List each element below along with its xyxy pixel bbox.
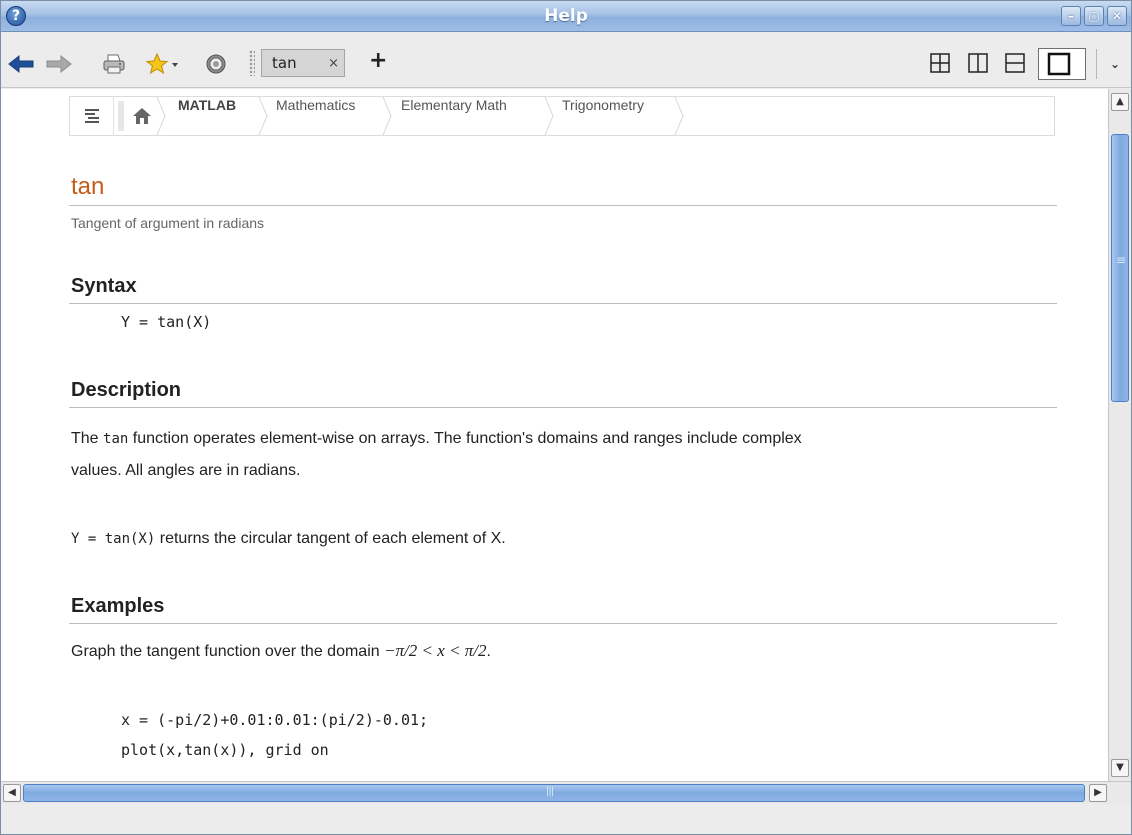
section-rule: [69, 303, 1057, 304]
page-purpose: Tangent of argument in radians: [71, 215, 265, 231]
layout-rows-icon[interactable]: [1004, 52, 1026, 74]
settings-gear-icon[interactable]: [203, 52, 229, 76]
close-button[interactable]: ✕: [1107, 6, 1127, 26]
toolbar-grip[interactable]: [249, 50, 255, 76]
scroll-up-button[interactable]: ▲: [1111, 93, 1129, 111]
forward-arrow-icon[interactable]: [45, 52, 73, 76]
section-rule: [69, 407, 1057, 408]
window-controls: – ▢ ✕: [1061, 6, 1127, 26]
window-title: Help: [544, 6, 588, 26]
breadcrumb-chevron-icon: [544, 97, 554, 135]
breadcrumb-chevron-icon: [258, 97, 268, 135]
table-of-contents-icon[interactable]: [70, 97, 114, 135]
toolbar: tan × + ⌄: [1, 32, 1131, 88]
title-bar[interactable]: ? Help – ▢ ✕: [1, 1, 1131, 32]
breadcrumb-item-trigonometry[interactable]: Trigonometry: [562, 97, 644, 135]
print-icon[interactable]: [101, 52, 127, 76]
help-content: MATLAB Mathematics Elementary Math Trigo…: [1, 89, 1108, 781]
description-text: values. All angles are in radians.: [71, 462, 301, 479]
description-text: function operates element-wise on arrays…: [128, 430, 802, 447]
status-bar: [1, 804, 1131, 834]
inline-code: Y = tan(X): [71, 531, 156, 547]
layout-columns-icon[interactable]: [967, 52, 989, 74]
home-icon[interactable]: [132, 107, 152, 129]
vertical-scrollbar[interactable]: ▲ ▼: [1108, 89, 1131, 781]
example-math: −π/2 < x < π/2: [384, 641, 487, 660]
title-rule: [69, 205, 1057, 206]
horizontal-scroll-thumb[interactable]: [23, 784, 1085, 802]
syntax-code: Y = tan(X): [121, 313, 212, 331]
layout-single-icon[interactable]: [1038, 48, 1086, 80]
toolbar-separator: [1096, 49, 1097, 79]
tab-tan[interactable]: tan ×: [261, 49, 345, 77]
breadcrumb-divider: [118, 101, 124, 131]
section-rule: [69, 623, 1057, 624]
breadcrumb: MATLAB Mathematics Elementary Math Trigo…: [69, 96, 1055, 136]
tab-close-button[interactable]: ×: [328, 56, 339, 71]
breadcrumb-item-matlab[interactable]: MATLAB: [178, 97, 236, 135]
scroll-left-button[interactable]: ◀: [3, 784, 21, 802]
example-text: Graph the tangent function over the doma…: [71, 643, 385, 660]
breadcrumb-item-mathematics[interactable]: Mathematics: [276, 97, 355, 135]
examples-heading: Examples: [71, 595, 165, 617]
add-tab-button[interactable]: +: [369, 48, 387, 73]
minimize-button[interactable]: –: [1061, 6, 1081, 26]
layout-grid-icon[interactable]: [929, 52, 951, 74]
scroll-down-button[interactable]: ▼: [1111, 759, 1129, 777]
description-heading: Description: [71, 379, 182, 401]
example-paragraph: Graph the tangent function over the doma…: [71, 635, 1051, 668]
breadcrumb-item-elementary-math[interactable]: Elementary Math: [401, 97, 507, 135]
toolbar-overflow-button[interactable]: ⌄: [1110, 57, 1120, 71]
page-title: tan: [71, 173, 105, 200]
breadcrumb-chevron-icon: [382, 97, 392, 135]
example-code-line: plot(x,tan(x)), grid on: [121, 741, 329, 759]
description-text: returns the circular tangent of each ele…: [155, 530, 506, 547]
back-arrow-icon[interactable]: [7, 52, 35, 76]
vertical-scroll-thumb[interactable]: [1111, 134, 1129, 402]
example-text: .: [486, 643, 491, 660]
favorites-star-icon[interactable]: [144, 52, 184, 76]
scroll-right-button[interactable]: ▶: [1089, 784, 1107, 802]
description-paragraph: The tan function operates element-wise o…: [71, 423, 1051, 487]
description-paragraph: Y = tan(X) returns the circular tangent …: [71, 523, 1051, 555]
example-code-line: x = (-pi/2)+0.01:0.01:(pi/2)-0.01;: [121, 711, 429, 729]
maximize-button[interactable]: ▢: [1084, 6, 1104, 26]
syntax-heading: Syntax: [71, 275, 137, 297]
tab-label: tan: [272, 54, 297, 72]
horizontal-scrollbar[interactable]: ◀ ▶: [1, 781, 1131, 804]
help-window: ? Help – ▢ ✕ tan × + ⌄ MATLAB Mathematic…: [0, 0, 1132, 835]
inline-code: tan: [103, 431, 129, 447]
breadcrumb-chevron-icon: [674, 97, 684, 135]
description-text: The: [71, 430, 104, 447]
breadcrumb-chevron-icon: [156, 97, 166, 135]
